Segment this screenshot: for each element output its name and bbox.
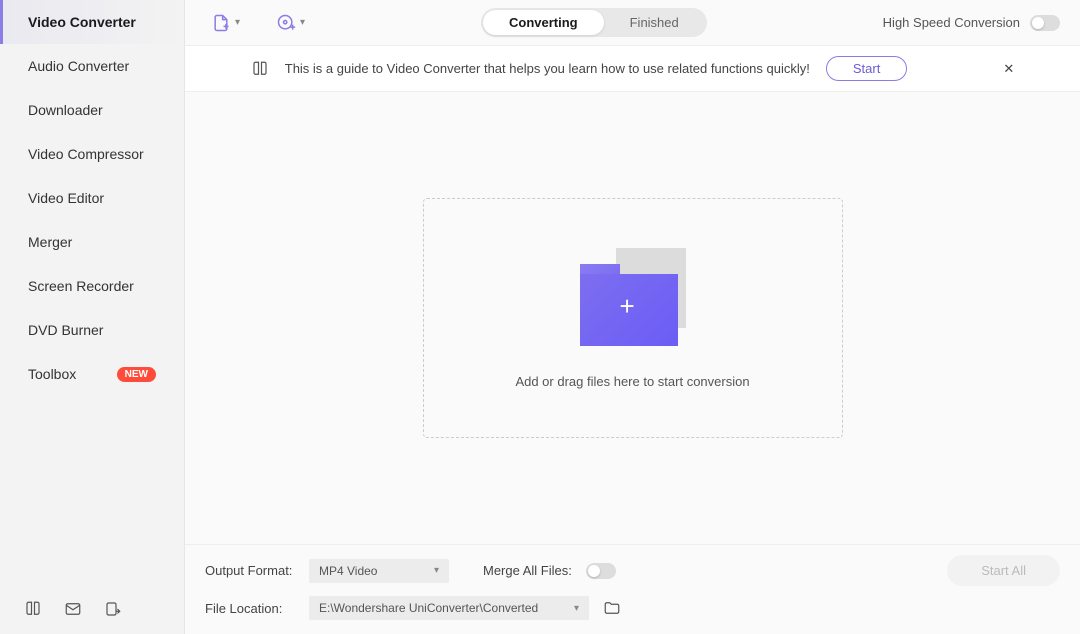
sidebar-item-merger[interactable]: Merger [0,220,184,264]
bottom-bar: Output Format: MP4 Video ▾ Merge All Fil… [185,544,1080,634]
sidebar-item-video-converter[interactable]: Video Converter [0,0,184,44]
sidebar: Video Converter Audio Converter Download… [0,0,185,634]
chevron-down-icon: ▾ [574,603,579,614]
sidebar-item-label: Toolbox [28,366,76,382]
sidebar-item-dvd-burner[interactable]: DVD Burner [0,308,184,352]
file-location-select[interactable]: E:\Wondershare UniConverter\Converted ▾ [309,596,589,620]
mail-icon[interactable] [64,600,82,618]
sidebar-item-label: Video Editor [28,190,104,206]
chevron-down-icon: ▾ [434,565,439,576]
guide-close-button[interactable]: ✕ [1003,61,1014,77]
sidebar-item-label: Merger [28,234,72,250]
sidebar-item-label: DVD Burner [28,322,103,338]
book-icon [251,60,269,78]
sidebar-item-screen-recorder[interactable]: Screen Recorder [0,264,184,308]
merge-toggle[interactable] [586,563,616,579]
dropzone-text: Add or drag files here to start conversi… [515,374,749,389]
main-area: ▾ ▾ Converting Finished High Speed Conve… [185,0,1080,634]
toolbar-left: ▾ ▾ [211,13,305,33]
add-disc-button[interactable]: ▾ [276,13,305,33]
sidebar-item-video-compressor[interactable]: Video Compressor [0,132,184,176]
dropzone[interactable]: + Add or drag files here to start conver… [423,198,843,438]
guide-bar: This is a guide to Video Converter that … [185,46,1080,92]
add-disc-icon [276,13,296,33]
high-speed-toggle[interactable] [1030,15,1060,31]
guide-start-button[interactable]: Start [826,56,907,81]
merge-label: Merge All Files: [483,563,572,578]
new-badge: NEW [117,367,156,382]
output-format-value: MP4 Video [319,564,377,578]
tab-switch: Converting Finished [481,8,707,37]
start-all-button[interactable]: Start All [947,555,1060,586]
open-folder-button[interactable] [603,599,621,617]
toolbar: ▾ ▾ Converting Finished High Speed Conve… [185,0,1080,46]
sidebar-item-label: Audio Converter [28,58,129,74]
guide-text: This is a guide to Video Converter that … [285,61,810,76]
output-format-label: Output Format: [205,563,295,578]
tab-converting[interactable]: Converting [483,10,604,35]
content-area: + Add or drag files here to start conver… [185,92,1080,544]
add-file-button[interactable]: ▾ [211,13,240,33]
sidebar-item-label: Video Compressor [28,146,144,162]
sidebar-item-video-editor[interactable]: Video Editor [0,176,184,220]
high-speed-label: High Speed Conversion [883,15,1020,30]
transfer-icon[interactable] [104,600,122,618]
guide-icon[interactable] [24,600,42,618]
chevron-down-icon: ▾ [300,17,305,28]
sidebar-item-label: Screen Recorder [28,278,134,294]
sidebar-item-audio-converter[interactable]: Audio Converter [0,44,184,88]
sidebar-item-label: Video Converter [28,14,136,30]
sidebar-item-downloader[interactable]: Downloader [0,88,184,132]
file-location-label: File Location: [205,601,295,616]
folder-add-icon: + [580,248,686,346]
sidebar-item-label: Downloader [28,102,103,118]
add-file-icon [211,13,231,33]
toolbar-right: High Speed Conversion [883,15,1060,31]
sidebar-bottom-icons [0,584,184,634]
file-location-value: E:\Wondershare UniConverter\Converted [319,601,538,615]
output-format-select[interactable]: MP4 Video ▾ [309,559,449,583]
chevron-down-icon: ▾ [235,17,240,28]
tab-finished[interactable]: Finished [604,10,705,35]
sidebar-item-toolbox[interactable]: Toolbox NEW [0,352,184,396]
